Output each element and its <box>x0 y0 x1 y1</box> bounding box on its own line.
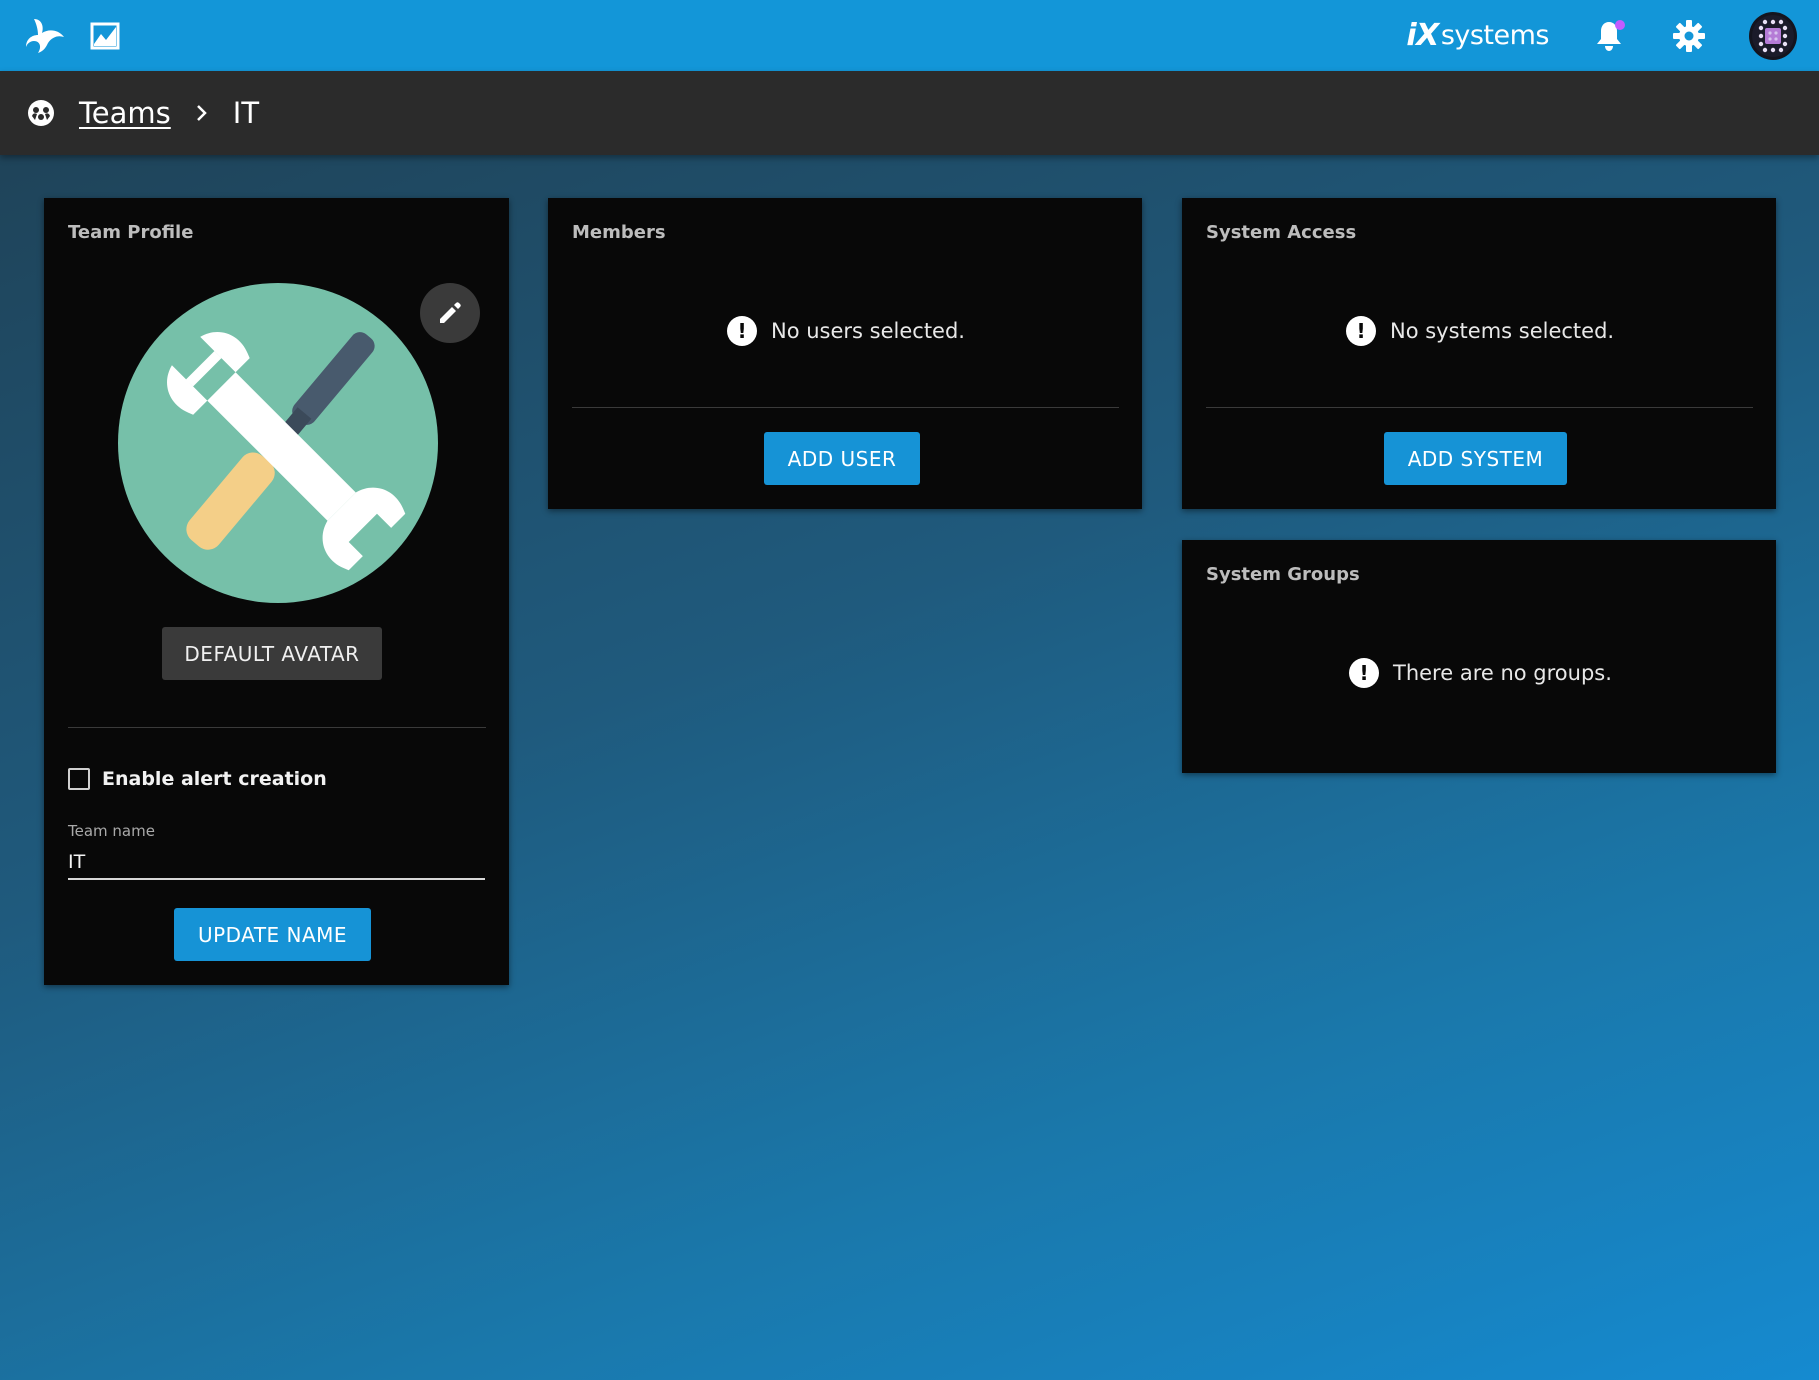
system-groups-empty-text: There are no groups. <box>1393 661 1612 685</box>
team-name-label: Team name <box>68 822 155 840</box>
system-groups-empty-message: ! There are no groups. <box>1349 658 1612 688</box>
system-groups-title: System Groups <box>1206 564 1360 585</box>
members-title: Members <box>572 222 666 243</box>
system-access-divider <box>1206 407 1753 408</box>
system-groups-card: System Groups ! There are no groups. <box>1182 540 1776 773</box>
breadcrumb: Teams IT <box>0 71 1819 155</box>
brand-systems: systems <box>1440 20 1550 51</box>
system-access-empty-message: ! No systems selected. <box>1346 316 1614 346</box>
team-profile-card: Team Profile DEFAULT AVATAR Enable alert… <box>44 198 509 985</box>
team-profile-title: Team Profile <box>68 222 194 243</box>
members-empty-text: No users selected. <box>771 319 965 343</box>
pencil-icon <box>440 302 461 323</box>
top-app-bar: iX systems <box>0 0 1819 71</box>
alert-circle-icon: ! <box>727 316 757 346</box>
app-logo-icon[interactable] <box>24 17 68 55</box>
system-access-empty-text: No systems selected. <box>1390 319 1615 343</box>
ixsystems-logo: iX systems <box>1406 18 1549 53</box>
enable-alert-label: Enable alert creation <box>102 768 327 790</box>
notification-dot <box>1615 19 1625 30</box>
alert-circle-icon: ! <box>1349 658 1379 688</box>
members-empty-message: ! No users selected. <box>727 316 965 346</box>
members-divider <box>572 407 1119 408</box>
user-avatar[interactable] <box>1749 11 1797 60</box>
add-system-button[interactable]: ADD SYSTEM <box>1384 432 1567 485</box>
system-access-card: System Access ! No systems selected. ADD… <box>1182 198 1776 509</box>
enable-alert-checkbox[interactable] <box>68 768 90 790</box>
team-avatar-image <box>118 283 438 603</box>
teams-icon <box>27 99 55 127</box>
add-user-button[interactable]: ADD USER <box>764 432 920 485</box>
breadcrumb-current: IT <box>232 96 260 130</box>
topbar-left <box>24 17 120 55</box>
edit-avatar-button[interactable] <box>420 283 480 343</box>
members-card: Members ! No users selected. ADD USER <box>548 198 1142 509</box>
profile-divider <box>68 727 486 728</box>
gear-icon[interactable] <box>1673 19 1705 52</box>
brand-ix: iX <box>1406 18 1439 53</box>
topbar-right: iX systems <box>1406 0 1819 71</box>
default-avatar-button[interactable]: DEFAULT AVATAR <box>162 627 382 680</box>
chevron-right-icon <box>195 103 209 123</box>
update-name-button[interactable]: UPDATE NAME <box>174 908 371 961</box>
alert-circle-icon: ! <box>1346 316 1376 346</box>
breadcrumb-teams-link[interactable]: Teams <box>79 96 171 130</box>
chart-icon[interactable] <box>90 22 120 50</box>
system-access-title: System Access <box>1206 222 1357 243</box>
team-name-input[interactable] <box>68 846 485 880</box>
enable-alert-checkbox-row[interactable]: Enable alert creation <box>68 768 327 790</box>
bell-icon[interactable] <box>1595 19 1625 52</box>
